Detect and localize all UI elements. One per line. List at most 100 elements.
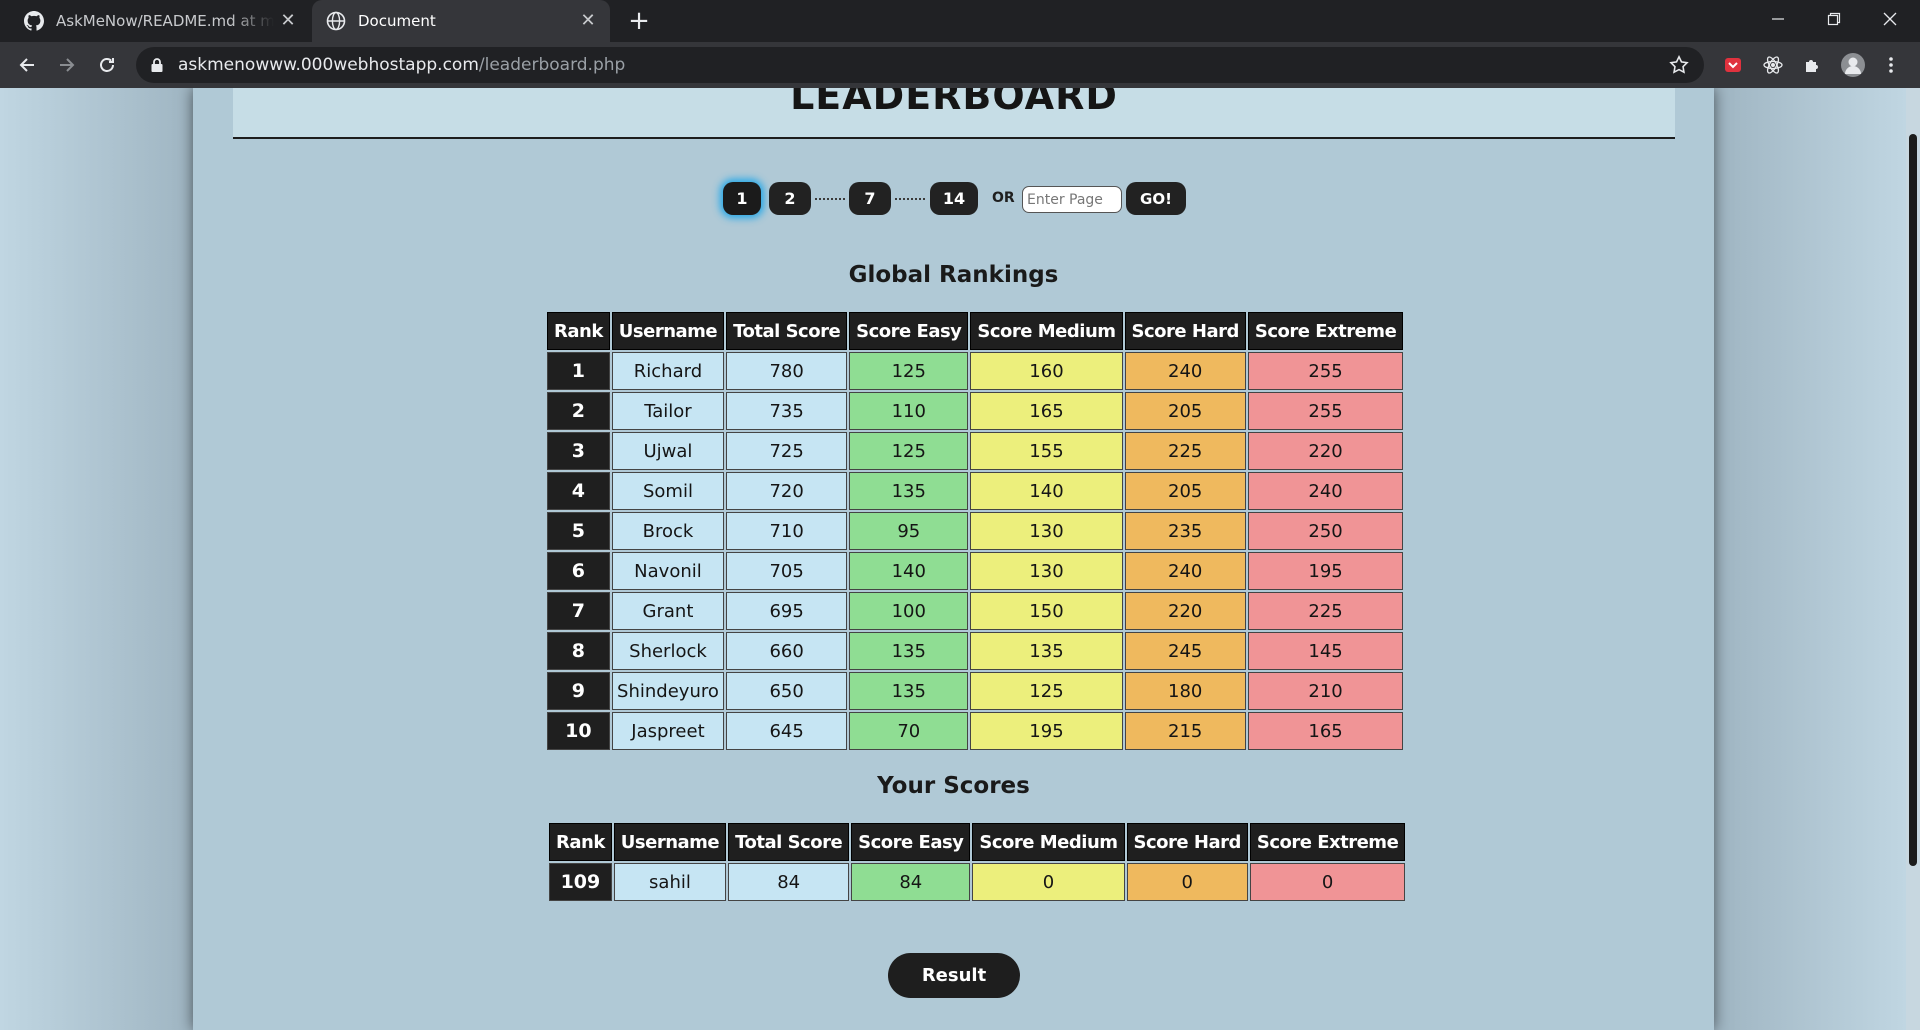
table-row: 5 Brock 710 95 130 235 250 [547, 512, 1404, 550]
go-button[interactable]: GO! [1126, 182, 1186, 215]
column-header-username: Username [613, 823, 727, 861]
column-header-score-medium: Score Medium [972, 823, 1125, 861]
forward-icon[interactable] [52, 50, 82, 80]
rank-cell: 5 [547, 512, 610, 550]
total-score-cell: 710 [726, 512, 848, 550]
column-header-total-score: Total Score [726, 312, 848, 350]
page-background-left [0, 88, 193, 1030]
username-cell: Somil [611, 472, 725, 510]
column-header-score-easy: Score Easy [851, 823, 971, 861]
page-button-7[interactable]: 7 [849, 182, 891, 215]
page-button-2[interactable]: 2 [769, 182, 811, 215]
table-row: 3 Ujwal 725 125 155 225 220 [547, 432, 1404, 470]
score-easy-cell: 140 [849, 552, 969, 590]
score-hard-cell: 240 [1124, 352, 1246, 390]
pocket-extension-icon[interactable] [1718, 50, 1748, 80]
score-hard-cell: 180 [1124, 672, 1246, 710]
page-button-1[interactable]: 1 [723, 182, 761, 215]
page-title: LEADERBOARD [790, 88, 1118, 118]
tab-close-icon[interactable]: ✕ [578, 11, 598, 31]
column-header-score-extreme: Score Extreme [1247, 312, 1404, 350]
pagination-ellipsis [815, 198, 845, 200]
back-icon[interactable] [12, 50, 42, 80]
column-header-score-easy: Score Easy [849, 312, 969, 350]
total-score-cell: 705 [726, 552, 848, 590]
page-scrollbar[interactable] [1906, 88, 1920, 1030]
close-window-icon[interactable] [1862, 0, 1918, 38]
rank-cell: 2 [547, 392, 610, 430]
column-header-score-hard: Score Hard [1126, 823, 1248, 861]
column-header-rank: Rank [549, 823, 612, 861]
score-extreme-cell: 240 [1247, 472, 1404, 510]
rank-cell: 9 [547, 672, 610, 710]
rank-cell: 10 [547, 712, 610, 750]
username-cell: Richard [611, 352, 725, 390]
table-header-row: Rank Username Total Score Score Easy Sco… [547, 312, 1404, 350]
table-row: 1 Richard 780 125 160 240 255 [547, 352, 1404, 390]
score-medium-cell: 150 [970, 592, 1123, 630]
score-hard-cell: 240 [1124, 552, 1246, 590]
rank-cell: 4 [547, 472, 610, 510]
browser-menu-icon[interactable] [1876, 50, 1906, 80]
score-hard-cell: 205 [1124, 472, 1246, 510]
score-extreme-cell: 255 [1247, 352, 1404, 390]
github-icon [24, 11, 44, 31]
username-cell: Grant [611, 592, 725, 630]
score-medium-cell: 155 [970, 432, 1123, 470]
score-hard-cell: 0 [1126, 863, 1248, 901]
page-button-14[interactable]: 14 [930, 182, 978, 215]
url-host: askmenowww.000webhostapp.com [178, 55, 479, 75]
reload-icon[interactable] [92, 50, 122, 80]
global-rankings-title: Global Rankings [848, 262, 1059, 288]
tab-close-icon[interactable]: ✕ [278, 11, 298, 31]
rank-cell: 6 [547, 552, 610, 590]
score-hard-cell: 220 [1124, 592, 1246, 630]
page-header: LEADERBOARD [233, 88, 1675, 139]
minimize-icon[interactable] [1750, 0, 1806, 38]
scrollbar-thumb[interactable] [1909, 134, 1917, 866]
username-cell: sahil [613, 863, 727, 901]
total-score-cell: 720 [726, 472, 848, 510]
username-cell: Ujwal [611, 432, 725, 470]
pagination-ellipsis [895, 198, 925, 200]
score-hard-cell: 235 [1124, 512, 1246, 550]
or-label: OR [992, 190, 1015, 206]
score-easy-cell: 135 [849, 672, 969, 710]
table-row: 109 sahil 84 84 0 0 0 [549, 863, 1406, 901]
extensions-puzzle-icon[interactable] [1798, 50, 1828, 80]
table-row: 7 Grant 695 100 150 220 225 [547, 592, 1404, 630]
tab-github-readme[interactable]: AskMeNow/README.md at master ✕ [10, 0, 310, 42]
restore-icon[interactable] [1806, 0, 1862, 38]
lock-icon[interactable] [150, 57, 164, 73]
bookmark-star-icon[interactable] [1668, 54, 1690, 76]
new-tab-icon[interactable]: + [624, 6, 654, 36]
profile-avatar-icon[interactable] [1838, 50, 1868, 80]
table-header-row: Rank Username Total Score Score Easy Sco… [549, 823, 1406, 861]
your-scores-table: Rank Username Total Score Score Easy Sco… [547, 821, 1407, 903]
column-header-total-score: Total Score [728, 823, 850, 861]
column-header-score-extreme: Score Extreme [1249, 823, 1406, 861]
address-bar[interactable]: askmenowww.000webhostapp.com/leaderboard… [136, 47, 1704, 83]
column-header-score-hard: Score Hard [1124, 312, 1246, 350]
score-extreme-cell: 210 [1247, 672, 1404, 710]
score-medium-cell: 140 [970, 472, 1123, 510]
username-cell: Sherlock [611, 632, 725, 670]
table-row: 10 Jaspreet 645 70 195 215 165 [547, 712, 1404, 750]
username-cell: Shindeyuro [611, 672, 725, 710]
score-easy-cell: 70 [849, 712, 969, 750]
score-easy-cell: 110 [849, 392, 969, 430]
tab-document[interactable]: Document ✕ [312, 0, 610, 42]
rank-cell: 8 [547, 632, 610, 670]
score-extreme-cell: 195 [1247, 552, 1404, 590]
tab-title: AskMeNow/README.md at master [56, 12, 274, 30]
score-extreme-cell: 255 [1247, 392, 1404, 430]
global-rankings-body: 1 Richard 780 125 160 240 255 2 Tailor 735 110 165 2… [547, 352, 1404, 750]
react-devtools-icon[interactable] [1758, 50, 1788, 80]
score-medium-cell: 165 [970, 392, 1123, 430]
enter-page-input[interactable] [1022, 186, 1122, 213]
total-score-cell: 650 [726, 672, 848, 710]
score-easy-cell: 135 [849, 632, 969, 670]
score-extreme-cell: 250 [1247, 512, 1404, 550]
result-button[interactable]: Result [888, 953, 1020, 998]
table-row: 6 Navonil 705 140 130 240 195 [547, 552, 1404, 590]
